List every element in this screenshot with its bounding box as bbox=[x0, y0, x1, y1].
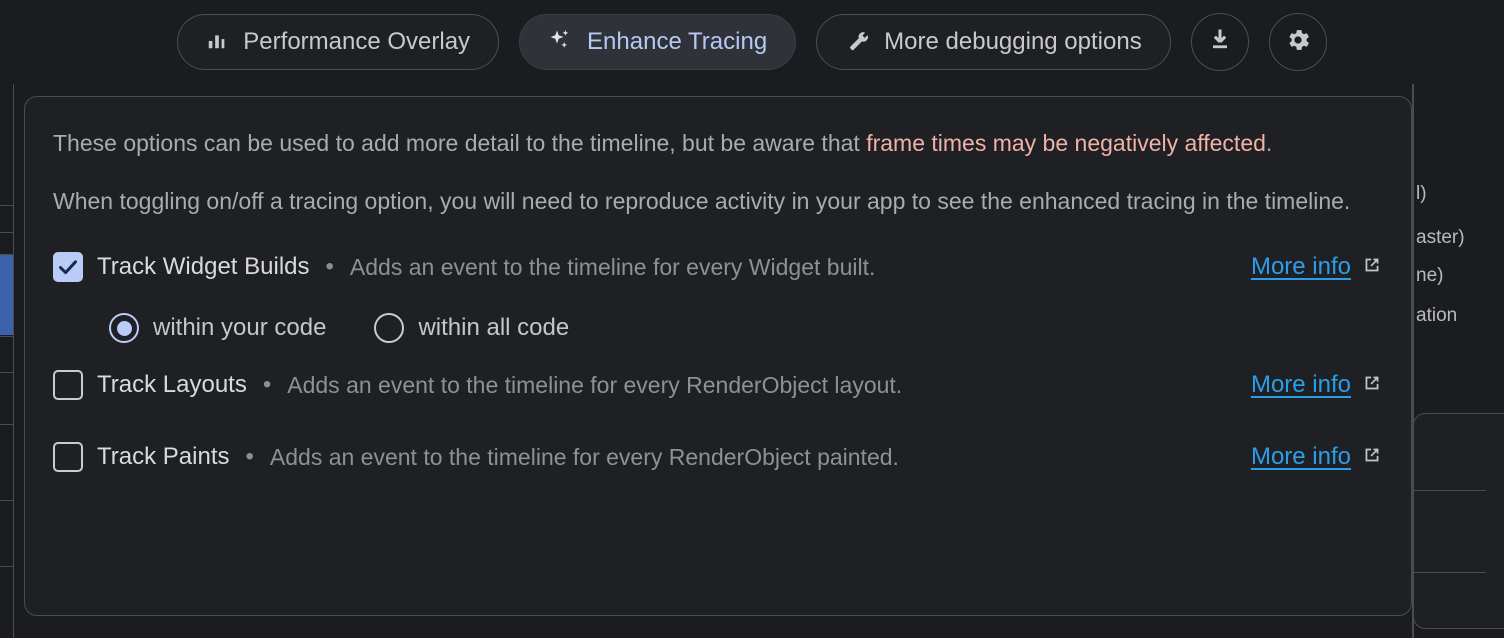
background-label: aster) bbox=[1416, 227, 1465, 248]
track-paints-toggle[interactable]: Track Paints • Adds an event to the time… bbox=[53, 442, 1251, 472]
widget-builds-scope-radio-group: within your code within all code bbox=[109, 307, 1383, 349]
option-description: Adds an event to the timeline for every … bbox=[287, 371, 903, 398]
radio-label: within your code bbox=[153, 314, 327, 341]
background-panel-divider bbox=[1414, 490, 1486, 491]
download-button[interactable] bbox=[1190, 13, 1249, 71]
enhance-tracing-panel: These options can be used to add more de… bbox=[24, 96, 1412, 616]
frame-time-warning: frame times may be negatively affected bbox=[866, 130, 1266, 156]
radio-selected-icon[interactable] bbox=[109, 313, 139, 343]
radio-unselected-icon[interactable] bbox=[374, 313, 405, 343]
description-text-after: . bbox=[1265, 130, 1273, 156]
track-row-divider bbox=[0, 336, 14, 337]
download-icon bbox=[1206, 26, 1234, 59]
option-title: Track Layouts bbox=[97, 371, 247, 398]
track-widget-builds-toggle[interactable]: Track Widget Builds • Adds an event to t… bbox=[53, 252, 1251, 282]
checkbox-unchecked-icon[interactable] bbox=[53, 442, 83, 472]
settings-button[interactable] bbox=[1268, 13, 1327, 71]
tracing-description-1: These options can be used to add more de… bbox=[53, 127, 1373, 159]
selected-timeline-track[interactable] bbox=[0, 255, 13, 335]
radio-within-your-code[interactable]: within your code bbox=[109, 313, 326, 343]
more-info-link-track-paints[interactable]: More info bbox=[1251, 443, 1383, 471]
option-row-track-widget-builds: Track Widget Builds • Adds an event to t… bbox=[53, 243, 1383, 291]
option-description: Adds an event to the timeline for every … bbox=[269, 443, 899, 470]
debugging-toolbar: Performance Overlay Enhance Tracing More… bbox=[0, 0, 1504, 84]
enhance-tracing-label: Enhance Tracing bbox=[587, 28, 768, 55]
option-row-track-paints: Track Paints • Adds an event to the time… bbox=[53, 433, 1383, 481]
description-text-before: These options can be used to add more de… bbox=[53, 130, 867, 156]
option-separator: • bbox=[325, 253, 334, 280]
external-link-icon bbox=[1361, 444, 1383, 471]
gear-icon bbox=[1284, 26, 1312, 59]
checkbox-unchecked-icon[interactable] bbox=[53, 370, 83, 400]
performance-overlay-label: Performance Overlay bbox=[243, 28, 471, 55]
background-label: ation bbox=[1416, 305, 1458, 326]
track-row-divider bbox=[0, 205, 14, 206]
option-separator: • bbox=[245, 443, 254, 470]
checkbox-checked-icon[interactable] bbox=[53, 252, 83, 282]
radio-label: within all code bbox=[418, 314, 570, 341]
option-title: Track Paints bbox=[97, 443, 230, 470]
more-info-label: More info bbox=[1250, 371, 1351, 398]
track-row-divider bbox=[0, 372, 14, 373]
tracing-description-2: When toggling on/off a tracing option, y… bbox=[53, 188, 1351, 214]
background-label: ne) bbox=[1416, 265, 1444, 286]
track-layouts-toggle[interactable]: Track Layouts • Adds an event to the tim… bbox=[53, 370, 1251, 400]
external-link-icon bbox=[1361, 254, 1383, 281]
more-info-link-track-layouts[interactable]: More info bbox=[1251, 371, 1383, 399]
radio-within-all-code[interactable]: within all code bbox=[374, 313, 569, 343]
wrench-icon bbox=[845, 28, 869, 57]
timeline-track-divider bbox=[13, 0, 14, 638]
more-info-label: More info bbox=[1250, 443, 1351, 470]
background-panel-divider bbox=[1414, 572, 1486, 573]
track-row-divider bbox=[0, 232, 14, 233]
bar-chart-icon bbox=[206, 29, 228, 56]
enhance-tracing-button[interactable]: Enhance Tracing bbox=[519, 14, 797, 70]
more-debugging-options-button[interactable]: More debugging options bbox=[816, 14, 1171, 70]
option-row-track-layouts: Track Layouts • Adds an event to the tim… bbox=[53, 361, 1383, 409]
performance-overlay-button[interactable]: Performance Overlay bbox=[177, 14, 500, 70]
option-title: Track Widget Builds bbox=[97, 253, 310, 280]
background-label: l) bbox=[1416, 183, 1427, 204]
background-side-panel bbox=[1413, 413, 1504, 629]
option-description: Adds an event to the timeline for every … bbox=[349, 253, 876, 280]
more-info-link-track-widget-builds[interactable]: More info bbox=[1251, 253, 1383, 281]
radio-dot bbox=[116, 320, 132, 336]
track-row-divider bbox=[0, 424, 14, 425]
external-link-icon bbox=[1361, 372, 1383, 399]
option-separator: • bbox=[262, 371, 272, 398]
more-info-label: More info bbox=[1250, 253, 1351, 280]
more-debugging-options-label: More debugging options bbox=[884, 28, 1142, 55]
auto-awesome-sparkle-icon bbox=[548, 28, 572, 57]
track-row-divider bbox=[0, 500, 14, 501]
